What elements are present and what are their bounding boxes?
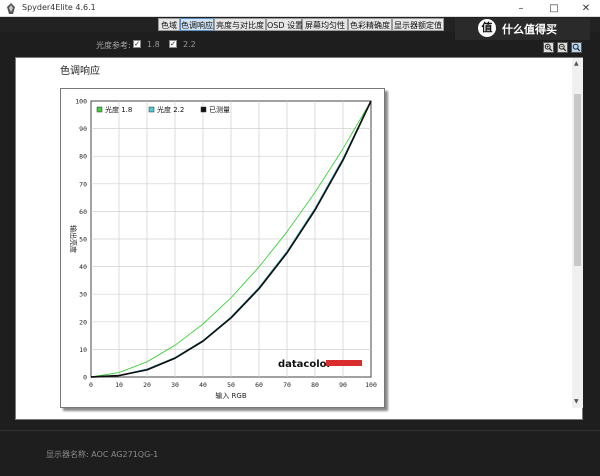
close-button[interactable]: ✕ [572,0,600,17]
x-tick-label: 60 [255,381,263,389]
y-axis-label: 输出亮度 [69,225,78,253]
x-tick-label: 50 [227,381,235,389]
legend-swatch [200,106,207,113]
gamma-2-2-checkbox[interactable]: ✓ [169,40,177,48]
gamma-1-8-label: 1.8 [147,40,160,49]
x-axis-label: 输入 RGB [215,391,247,400]
zoom-out-icon[interactable] [557,42,568,53]
y-tick-label: 90 [79,125,87,133]
y-tick-label: 100 [75,98,87,106]
x-tick-label: 70 [283,381,291,389]
watermark-text: 什么值得买 [502,23,557,36]
tab-screen-uniformity[interactable]: 屏幕均匀性 [302,18,348,31]
gamma-reference-label: 光度参考: [96,41,131,50]
y-tick-label: 30 [79,291,87,299]
scrollbar-thumb[interactable] [574,94,581,266]
tab-color-accuracy[interactable]: 色彩精确度 [348,18,392,31]
app-logo-icon [7,3,15,14]
gamma-1-8-checkbox[interactable]: ✓ [133,40,141,48]
scroll-down-icon[interactable]: ▼ [574,398,579,405]
zoom-in-icon[interactable] [543,42,554,53]
x-tick-label: 40 [199,381,207,389]
x-tick-label: 20 [143,381,151,389]
y-tick-label: 50 [79,236,87,244]
tab-display-rating[interactable]: 显示器额定值 [392,18,444,31]
title-bar: Spyder4Elite 4.6.1 – □ ✕ [0,0,600,17]
datacolor-logo: datacolor [278,359,332,370]
legend-label: 已测量 [209,106,230,114]
x-tick-label: 30 [171,381,179,389]
datacolor-logo-bar [326,360,362,366]
tab-tone-response[interactable]: 色调响应 [180,18,214,31]
x-tick-label: 0 [89,381,93,389]
legend-label: 光度 1.8 [105,105,132,114]
maximize-button[interactable]: □ [540,0,568,17]
tab-brightness-contrast[interactable]: 亮度与对比度 [214,18,266,31]
y-tick-label: 10 [79,346,87,354]
legend-label: 光度 2.2 [157,105,184,114]
chart-svg: 0 10 20 30 40 50 60 70 80 90 100 0 10 20 30 40 50 60 70 80 9… [69,98,377,401]
x-tick-label: 10 [115,381,123,389]
zoom-fit-icon[interactable] [571,42,582,53]
report-panel: 色调响应 0 10 20 30 40 50 60 70 80 90 100 0 10 20 30 40 50 60… [15,57,583,420]
y-tick-label: 70 [79,180,87,188]
y-tick-label: 60 [79,208,87,216]
section-title: 色调响应 [60,66,100,77]
y-tick-label: 40 [79,263,87,271]
display-name-label: 显示器名称: AOC AG271QG-1 [46,450,159,459]
gamma-2-2-label: 2.2 [183,40,196,49]
vertical-scrollbar[interactable]: ▲ ▼ [572,58,583,408]
x-tick-label: 100 [365,381,377,389]
legend-swatch [148,106,155,113]
footer-bar: 显示器名称: AOC AG271QG-1 [0,430,600,476]
window-title: Spyder4Elite 4.6.1 [22,3,96,12]
tab-gamut[interactable]: 色域 [158,18,180,31]
x-tick-label: 90 [339,381,347,389]
tab-osd-settings[interactable]: OSD 设置 [266,18,303,31]
y-tick-label: 20 [79,318,87,326]
x-tick-label: 80 [311,381,319,389]
minimize-button[interactable]: – [507,0,535,17]
watermark-logo-icon: 值 [478,19,496,37]
scroll-up-icon[interactable]: ▲ [574,60,579,67]
legend-swatch [96,106,103,113]
y-tick-label: 80 [79,153,87,161]
y-tick-label: 0 [83,374,87,382]
tone-response-chart: 0 10 20 30 40 50 60 70 80 90 100 0 10 20 30 40 50 60 70 80 9… [60,88,385,408]
